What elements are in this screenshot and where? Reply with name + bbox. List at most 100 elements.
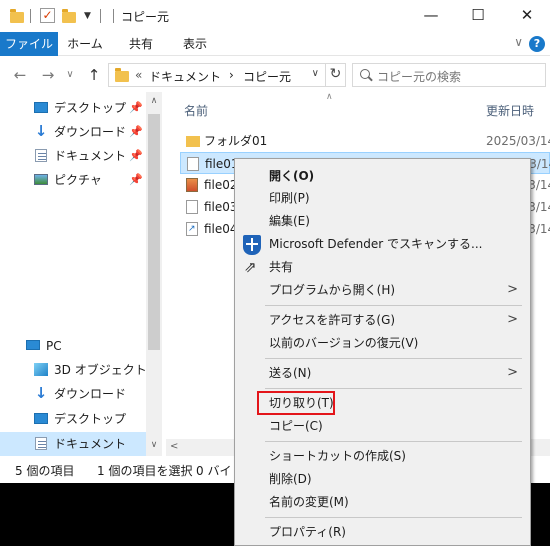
pc-icon (26, 340, 40, 350)
file-row-folder01[interactable]: フォルダ01 2025/03/14 (180, 130, 550, 152)
menu-item-properties[interactable]: プロパティ(R) (235, 521, 530, 543)
menu-item-delete[interactable]: 削除(D) (235, 468, 530, 490)
column-header-modified[interactable]: 更新日時 (486, 102, 534, 119)
cut-highlight-box (257, 391, 335, 415)
menu-item-restore-versions[interactable]: 以前のバージョンの復元(V) (235, 332, 530, 354)
menu-item-rename[interactable]: 名前の変更(M) (235, 491, 530, 513)
help-icon[interactable]: ? (529, 36, 545, 52)
menu-item-defender-scan[interactable]: Microsoft Defender でスキャンする... (235, 233, 530, 255)
sidebar-item-3d-objects[interactable]: 3D オブジェクト (0, 358, 147, 382)
scrollbar-thumb[interactable] (148, 114, 160, 350)
menu-item-open[interactable]: 開く(O) (235, 165, 530, 187)
sidebar-item-pc-documents[interactable]: ドキュメント (0, 432, 146, 456)
scroll-down-arrow-icon[interactable]: ∨ (146, 440, 162, 450)
properties-check-icon[interactable]: ✓ (40, 8, 55, 23)
minimize-button[interactable]: — (408, 0, 454, 32)
breadcrumb-overflow[interactable]: « (135, 68, 142, 82)
new-folder-icon[interactable] (62, 7, 76, 25)
submenu-arrow-icon: > (507, 282, 518, 297)
breadcrumb-current[interactable]: コピー元 (243, 68, 291, 85)
pin-icon[interactable]: 📌 (129, 168, 143, 192)
menu-separator (265, 441, 522, 442)
tab-home[interactable]: ホーム (60, 32, 110, 56)
address-dropdown-icon[interactable]: ∨ (312, 68, 319, 79)
recent-dropdown-icon[interactable]: ∨ (60, 64, 80, 86)
sidebar-scrollbar[interactable]: ∧ ∨ (146, 92, 162, 456)
selection-count: 1 個の項目を選択 (97, 464, 193, 478)
refresh-icon[interactable]: ↻ (325, 63, 345, 87)
tab-share[interactable]: 共有 (116, 32, 166, 56)
tab-view[interactable]: 表示 (170, 32, 220, 56)
sidebar-item-downloads[interactable]: ↓ ダウンロード 📌 (0, 120, 146, 144)
sidebar-item-label: ドキュメント (54, 437, 127, 451)
up-arrow-icon[interactable]: ↑ (84, 64, 104, 86)
navigation-pane: デスクトップ 📌 ↓ ダウンロード 📌 ドキュメント 📌 ピクチャ 📌 PC 3… (0, 92, 162, 456)
sidebar-item-label: ピクチャ (54, 173, 102, 187)
sidebar-item-pc-downloads[interactable]: ↓ ダウンロード (0, 382, 146, 406)
documents-icon (35, 437, 47, 450)
menu-item-share[interactable]: ⇗ 共有 (235, 256, 530, 278)
folder-icon (115, 68, 129, 82)
file-name: file03 (204, 200, 238, 214)
menu-item-copy[interactable]: コピー(C) (235, 415, 530, 437)
menu-item-open-with[interactable]: プログラムから開く(H) > (235, 279, 530, 301)
title-bar: ✓ ▼ コピー元 — ☐ ✕ (0, 0, 550, 32)
sidebar-item-label: ダウンロード (54, 125, 127, 139)
menu-item-send-to[interactable]: 送る(N) > (235, 362, 530, 384)
address-bar[interactable]: « ドキュメント › コピー元 ∨ (108, 63, 346, 87)
close-button[interactable]: ✕ (504, 0, 550, 32)
search-box[interactable]: コピー元の検索 (352, 63, 546, 87)
sidebar-item-label: デスクトップ (54, 412, 127, 426)
scroll-up-arrow-icon[interactable]: ∧ (146, 96, 162, 106)
file-name: file02 (204, 178, 238, 192)
menu-item-give-access[interactable]: アクセスを許可する(G) > (235, 309, 530, 331)
file-date: 2025/03/14 (486, 134, 550, 148)
sidebar-item-label: 3D オブジェクト (54, 363, 147, 377)
quick-access-dropdown-icon[interactable]: ▼ (84, 7, 91, 25)
breadcrumb-documents[interactable]: ドキュメント (149, 68, 221, 85)
collapse-ribbon-icon[interactable]: ∨ (514, 35, 523, 49)
column-header-name[interactable]: 名前 (184, 102, 208, 119)
pictures-icon (34, 174, 48, 185)
sidebar-item-pictures[interactable]: ピクチャ 📌 (0, 168, 146, 192)
menu-separator (265, 358, 522, 359)
sidebar-item-label: ダウンロード (54, 387, 127, 401)
sort-ascending-icon: ∧ (326, 92, 333, 102)
scroll-left-arrow-icon[interactable]: < (170, 441, 178, 452)
pin-icon[interactable]: 📌 (129, 96, 143, 120)
share-icon: ⇗ (244, 258, 257, 276)
menu-separator (265, 305, 522, 306)
documents-icon (35, 149, 47, 162)
menu-item-print[interactable]: 印刷(P) (235, 187, 530, 209)
sidebar-item-label: デスクトップ (54, 101, 127, 115)
file-name: file04 (204, 222, 238, 236)
shortcut-file-icon (186, 222, 198, 236)
back-arrow-icon[interactable]: ← (10, 64, 30, 86)
maximize-button[interactable]: ☐ (455, 0, 501, 32)
sidebar-item-pc-desktop[interactable]: デスクトップ (0, 407, 146, 431)
menu-item-create-shortcut[interactable]: ショートカットの作成(S) (235, 445, 530, 467)
submenu-arrow-icon: > (507, 312, 518, 327)
forward-arrow-icon[interactable]: → (38, 64, 58, 86)
divider (100, 9, 101, 23)
breadcrumb-separator[interactable]: › (229, 68, 234, 82)
pin-icon[interactable]: 📌 (129, 120, 143, 144)
menu-separator (265, 388, 522, 389)
folder-icon (186, 136, 200, 147)
item-count: 5 個の項目 (15, 464, 75, 478)
pin-icon[interactable]: 📌 (129, 144, 143, 168)
sidebar-item-documents[interactable]: ドキュメント 📌 (0, 144, 146, 168)
search-input[interactable]: コピー元の検索 (377, 68, 461, 85)
defender-shield-icon (243, 235, 261, 255)
menu-item-edit[interactable]: 編集(E) (235, 210, 530, 232)
context-menu: 開く(O) 印刷(P) 編集(E) Microsoft Defender でスキ… (234, 158, 531, 546)
window-title: コピー元 (121, 10, 170, 24)
folder-icon (10, 7, 24, 25)
divider (113, 9, 114, 23)
sidebar-item-pc[interactable]: PC (0, 334, 146, 358)
sidebar-item-label: ドキュメント (54, 149, 127, 163)
submenu-arrow-icon: > (507, 365, 518, 380)
file-name: フォルダ01 (204, 134, 268, 148)
sidebar-item-desktop[interactable]: デスクトップ 📌 (0, 96, 146, 120)
tab-file[interactable]: ファイル (0, 32, 58, 56)
